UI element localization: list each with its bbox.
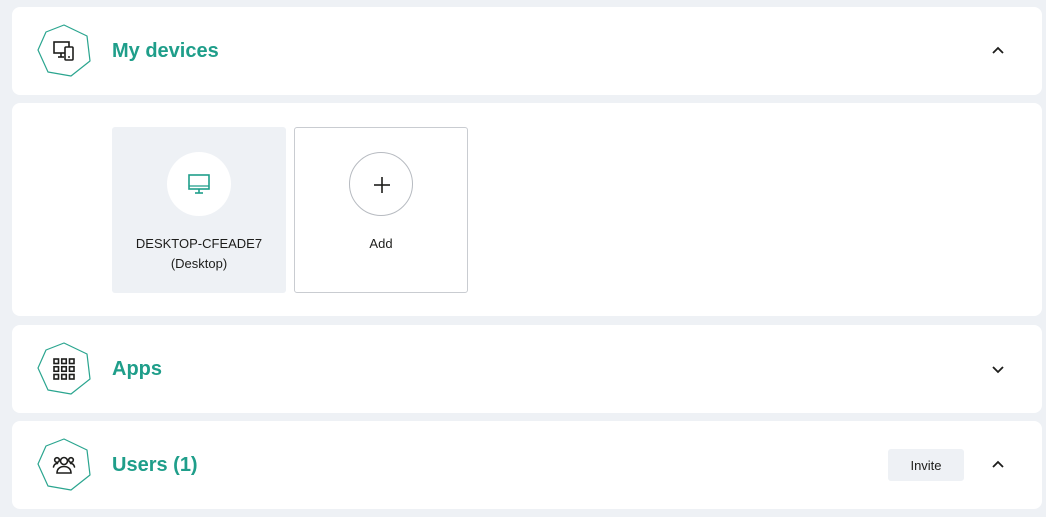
monitor-icon <box>188 174 210 194</box>
device-name: DESKTOP-CFEADE7 <box>135 236 263 251</box>
devices-panel: DESKTOP-CFEADE7 (Desktop) Add <box>12 103 1042 316</box>
section-title-apps: Apps <box>112 358 162 380</box>
device-tile-desktop[interactable]: DESKTOP-CFEADE7 (Desktop) <box>112 127 286 293</box>
devices-icon <box>53 41 74 61</box>
chevron-up-icon[interactable] <box>990 457 1006 473</box>
section-title-my-devices: My devices <box>112 40 219 62</box>
add-icon-circle <box>349 152 413 216</box>
devices-icon-badge <box>36 23 92 79</box>
users-icon <box>52 456 76 474</box>
add-device-tile[interactable]: Add <box>294 127 468 293</box>
users-icon-badge <box>36 437 92 493</box>
section-title-users: Users (1) <box>112 454 198 476</box>
device-icon-circle <box>167 152 231 216</box>
apps-grid-icon <box>53 358 75 380</box>
add-device-label: Add <box>369 236 393 251</box>
chevron-down-icon[interactable] <box>990 361 1006 377</box>
apps-icon-badge <box>36 341 92 397</box>
my-devices-section-header[interactable]: My devices <box>12 7 1042 95</box>
invite-button[interactable]: Invite <box>888 449 964 481</box>
chevron-up-icon[interactable] <box>990 43 1006 59</box>
users-section-header[interactable]: Users (1) Invite <box>12 421 1042 509</box>
device-type: (Desktop) <box>170 256 228 271</box>
apps-section-header[interactable]: Apps <box>12 325 1042 413</box>
plus-icon <box>374 177 390 193</box>
